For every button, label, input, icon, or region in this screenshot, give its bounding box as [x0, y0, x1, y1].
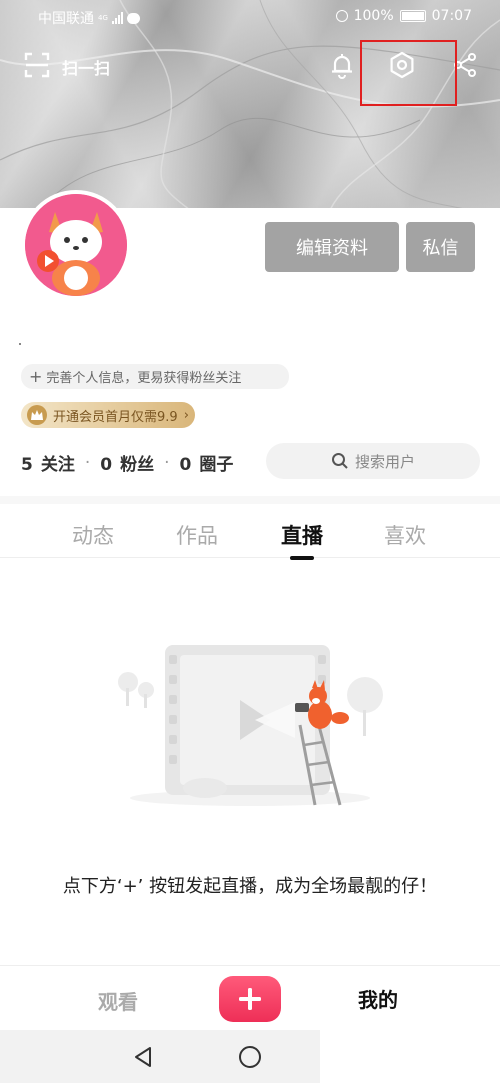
chat-icon — [126, 12, 140, 24]
circles-stat[interactable]: 0 圈子 — [180, 450, 234, 475]
battery-icon — [399, 10, 426, 22]
fans-count: 0 — [100, 455, 113, 475]
active-tab-indicator — [290, 556, 314, 560]
bell-icon[interactable] — [327, 50, 357, 80]
search-icon — [331, 453, 348, 469]
home-icon[interactable] — [238, 1045, 262, 1069]
status-bar: 中国联通 4G 100% 07:07 — [0, 0, 500, 34]
carrier-label: 中国联通 — [38, 11, 94, 27]
nickname-placeholder — [19, 343, 21, 345]
nav-me[interactable]: 我的 — [358, 984, 398, 1013]
fox-avatar-icon — [25, 194, 127, 296]
vip-promo-chip[interactable]: 开通会员首月仅需9.9 › — [21, 402, 195, 428]
empty-state-message: 点下方‘+’ 按钮发起直播，成为全场最靓的仔！ — [62, 876, 438, 897]
tab-dynamics[interactable]: 动态 — [72, 520, 114, 550]
tab-likes[interactable]: 喜欢 — [384, 520, 426, 550]
tab-works[interactable]: 作品 — [176, 520, 218, 550]
network-label: 4G — [98, 13, 108, 22]
crown-icon — [27, 405, 47, 425]
section-divider — [0, 496, 500, 504]
complete-info-chip[interactable]: + 完善个人信息，更易获得粉丝关注 — [21, 364, 289, 389]
settings-highlight-box — [360, 40, 457, 106]
following-label: 关注 — [40, 455, 75, 475]
create-live-button[interactable] — [219, 976, 281, 1022]
circles-count: 0 — [179, 455, 192, 475]
circles-label: 圈子 — [199, 455, 234, 475]
following-stat[interactable]: 5 关注 — [21, 450, 75, 475]
battery-percent: 100% — [353, 8, 394, 24]
fans-stat[interactable]: 0 粉丝 — [100, 450, 154, 475]
tab-live[interactable]: 直播 — [281, 520, 323, 550]
profile-cover: 中国联通 4G 100% 07:07 扫一扫 — [0, 0, 500, 210]
search-user-button[interactable]: 搜索用户 — [266, 443, 480, 479]
signal-icon — [111, 12, 123, 24]
edit-profile-button[interactable]: 编辑资料 — [265, 222, 399, 272]
scan-label[interactable]: 扫一扫 — [62, 55, 110, 79]
system-navigation-bar — [0, 1030, 320, 1083]
vip-promo-label: 开通会员首月仅需9.9 — [53, 409, 178, 425]
profile-page: 中国联通 4G 100% 07:07 扫一扫 编辑资料 私信 + 完善个人信息，… — [0, 0, 500, 1083]
scan-icon[interactable] — [24, 52, 50, 78]
alarm-icon — [335, 10, 348, 22]
complete-info-label: 完善个人信息，更易获得粉丝关注 — [46, 371, 242, 386]
clock: 07:07 — [431, 8, 472, 24]
profile-stats: 5 关注 · 0 粉丝 · 0 圈子 — [21, 450, 234, 476]
fans-label: 粉丝 — [120, 455, 155, 475]
plus-icon — [239, 988, 261, 1010]
message-button[interactable]: 私信 — [406, 222, 475, 272]
stat-separator: · — [84, 452, 91, 473]
following-count: 5 — [21, 455, 33, 475]
empty-live-illustration — [118, 645, 383, 806]
bottom-navigation: 观看 我的 — [0, 965, 500, 1030]
stat-separator: · — [164, 452, 170, 473]
content-tabs: 动态 作品 直播 喜欢 — [0, 504, 500, 560]
nav-watch[interactable]: 观看 — [98, 986, 138, 1015]
search-user-label: 搜索用户 — [354, 452, 415, 471]
chevron-right-icon: › — [183, 407, 189, 423]
avatar[interactable] — [21, 190, 131, 300]
plus-icon: + — [29, 367, 43, 386]
back-icon[interactable] — [132, 1045, 154, 1069]
